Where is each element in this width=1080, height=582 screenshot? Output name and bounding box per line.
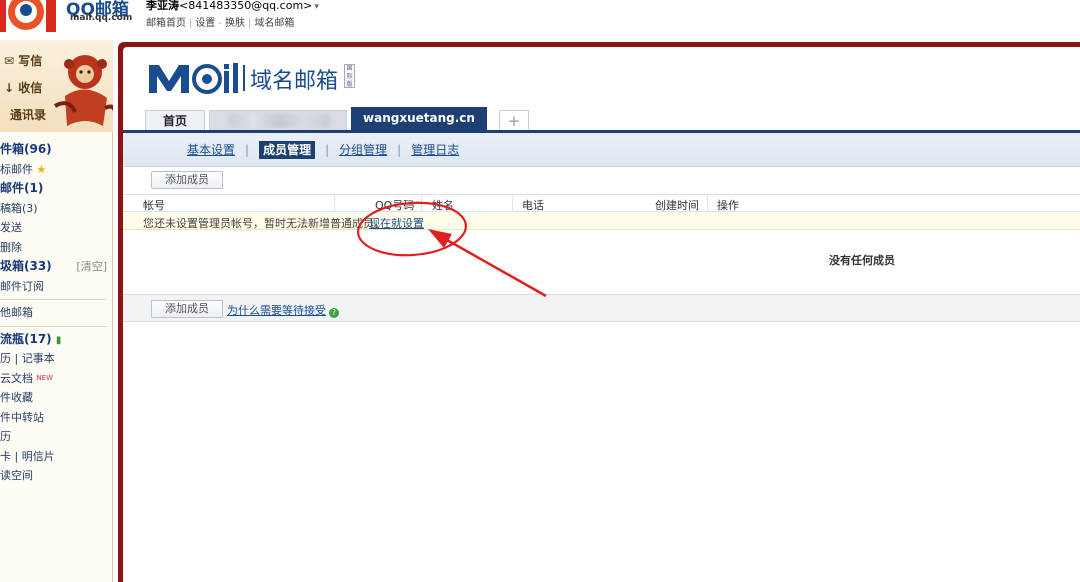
sidebar-item-calendar-notes[interactable]: 历 | 记事本 <box>0 349 113 369</box>
help-icon[interactable]: ? <box>329 308 339 318</box>
empty-state-text: 没有任何成员 <box>829 254 895 267</box>
sidebar-item-cards[interactable]: 卡 | 明信片 <box>0 447 113 467</box>
sidebar-item-starred[interactable]: 标邮件 ★ <box>0 160 113 180</box>
subnav-items: 基本设置 | 成员管理 | 分组管理 | 管理日志 <box>187 141 459 159</box>
monkey-decoration-icon <box>54 55 113 126</box>
sidebar-item-other-mailboxes[interactable]: 他邮箱 <box>0 303 113 323</box>
sidebar-item-subscriptions[interactable]: 邮件订阅 <box>0 277 113 297</box>
compose-button[interactable]: ✉ 写信 <box>4 52 46 69</box>
top-links: 邮箱首页 | 设置 - 换肤 | 域名邮箱 <box>146 14 294 29</box>
add-domain-tab-button[interactable]: + <box>499 110 529 130</box>
sidebar: ✉ 写信 ↓ 收信 通讯录 件箱(96) 标邮件 ★ 邮件(1) 稿箱(3) 发… <box>0 40 113 582</box>
user-account[interactable]: 李亚涛<841483350@qq.com> ▾ <box>146 0 319 13</box>
contacts-button[interactable]: 通讯录 <box>10 106 46 123</box>
add-member-button[interactable]: 添加成员 <box>151 171 223 189</box>
tab-blurred-domain[interactable] <box>209 110 347 130</box>
new-badge: NEW <box>36 373 54 382</box>
sidebar-item-cloud-docs[interactable]: 云文档 NEW <box>0 369 113 389</box>
brand-badge: 国际版 <box>344 64 355 88</box>
column-divider <box>421 195 422 212</box>
main-frame: 域名邮箱 国际版 首页 wangxuetang.cn + 基本设置 | 成员管理 | 分… <box>118 42 1080 582</box>
column-name[interactable]: 姓名 <box>432 197 454 213</box>
subnav-member-management[interactable]: 成员管理 <box>259 141 316 159</box>
column-divider <box>334 195 335 212</box>
member-table-header: 帐号 QQ号码 姓名 电话 创建时间 操作 <box>123 194 1080 212</box>
tab-home[interactable]: 首页 <box>145 110 205 130</box>
receive-icon: ↓ <box>4 81 19 95</box>
folder-list: 件箱(96) 标邮件 ★ 邮件(1) 稿箱(3) 发送 删除 圾箱(33) [清空… <box>0 140 113 486</box>
subnav-admin-log[interactable]: 管理日志 <box>411 143 459 157</box>
bottle-icon: ▮ <box>55 334 62 346</box>
blurred-content <box>228 114 330 128</box>
admin-notice-text: 您还未设置管理员帐号，暂时无法新增普通成员。 <box>143 217 385 230</box>
user-name: 李亚涛 <box>146 0 179 12</box>
sidebar-actions: ✉ 写信 ↓ 收信 通讯录 <box>4 52 46 132</box>
user-email: <841483350@qq.com> <box>179 0 313 12</box>
sidebar-item-group-mail[interactable]: 邮件(1) <box>0 179 113 199</box>
qq-mail-logo-icon[interactable] <box>0 0 60 32</box>
receive-button[interactable]: ↓ 收信 <box>4 79 46 96</box>
member-toolbar-top: 添加成员 <box>123 167 1080 194</box>
sidebar-item-reading-space[interactable]: 读空间 <box>0 466 113 486</box>
link-domain-mail[interactable]: 域名邮箱 <box>254 18 294 29</box>
sidebar-item-file-transfer[interactable]: 件中转站 <box>0 408 113 428</box>
sidebar-item-sent[interactable]: 发送 <box>0 218 113 238</box>
main-panel: 域名邮箱 国际版 首页 wangxuetang.cn + 基本设置 | 成员管理 | 分… <box>123 47 1080 582</box>
settings-subnav: 基本设置 | 成员管理 | 分组管理 | 管理日志 <box>123 133 1080 167</box>
brand-divider <box>243 65 245 91</box>
link-mail-home[interactable]: 邮箱首页 <box>146 18 186 29</box>
admin-notice-row: 您还未设置管理员帐号，暂时无法新增普通成员。 现在就设置 <box>123 213 1080 230</box>
column-divider <box>512 195 513 212</box>
subnav-separator: | <box>397 143 402 157</box>
sidebar-divider <box>0 299 107 300</box>
member-toolbar-bottom: 添加成员 为什么需要等待接受? <box>123 294 1080 322</box>
sidebar-item-drift-bottle[interactable]: 流瓶(17) ▮ <box>0 330 113 350</box>
subnav-basic-settings[interactable]: 基本设置 <box>187 143 235 157</box>
link-settings[interactable]: 设置 <box>195 18 215 29</box>
sidebar-item-drafts[interactable]: 稿箱(3) <box>0 199 113 219</box>
star-icon: ★ <box>36 162 47 176</box>
subnav-separator: | <box>245 143 250 157</box>
column-account[interactable]: 帐号 <box>143 197 165 213</box>
subnav-separator: | <box>325 143 330 157</box>
sidebar-item-junk[interactable]: 圾箱(33) [清空] <box>0 257 113 277</box>
brand-title: 域名邮箱 <box>250 69 339 94</box>
column-phone[interactable]: 电话 <box>522 197 544 213</box>
set-admin-now-link[interactable]: 现在就设置 <box>369 215 424 231</box>
domain-tabs: 首页 wangxuetang.cn + <box>123 104 1080 133</box>
add-member-button[interactable]: 添加成员 <box>151 300 223 318</box>
compose-icon: ✉ <box>4 54 19 68</box>
column-created-time[interactable]: 创建时间 <box>655 197 699 213</box>
clear-junk-link[interactable]: [清空] <box>76 257 107 277</box>
sidebar-item-deleted[interactable]: 删除 <box>0 238 113 258</box>
member-empty-state: 没有任何成员 <box>123 230 1080 294</box>
sidebar-item-favorites[interactable]: 件收藏 <box>0 388 113 408</box>
tab-domain-active[interactable]: wangxuetang.cn <box>351 107 487 130</box>
column-divider <box>707 195 708 212</box>
link-skin[interactable]: 换肤 <box>225 18 245 29</box>
column-qq-number[interactable]: QQ号码 <box>375 197 414 213</box>
subnav-group-management[interactable]: 分组管理 <box>339 143 387 157</box>
sidebar-item-inbox[interactable]: 件箱(96) <box>0 140 113 160</box>
mail-logo-icon <box>149 63 238 94</box>
sidebar-item-calendar[interactable]: 历 <box>0 427 113 447</box>
sidebar-divider <box>0 325 107 327</box>
link-separator: | <box>189 18 193 29</box>
top-header: QQ邮箱 mail.qq.com 李亚涛<841483350@qq.com> ▾ … <box>0 0 1080 40</box>
why-wait-accept-link[interactable]: 为什么需要等待接受? <box>227 302 339 318</box>
logo-subtitle: mail.qq.com <box>70 13 133 23</box>
sidebar-hero: ✉ 写信 ↓ 收信 通讯录 <box>0 40 113 132</box>
link-separator: | <box>247 18 252 29</box>
chevron-down-icon[interactable]: ▾ <box>314 2 319 12</box>
link-dash: - <box>218 18 222 29</box>
column-actions: 操作 <box>717 199 739 212</box>
